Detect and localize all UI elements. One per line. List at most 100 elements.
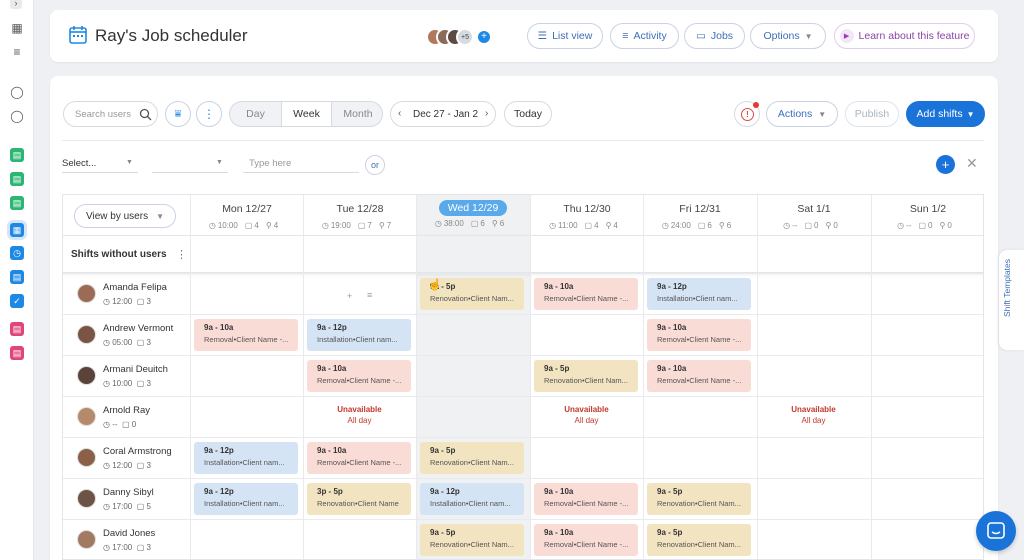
vertical-dots-icon[interactable]: ⋮ — [176, 248, 187, 261]
users-icon[interactable]: ◯ — [9, 108, 25, 124]
shift-card[interactable]: 9a - 10a Removal•Client Name -... — [307, 360, 411, 392]
or-badge[interactable]: or — [365, 155, 385, 175]
app-blue-3-icon[interactable]: ▤ — [10, 270, 24, 284]
list-icon[interactable]: ≡ — [9, 44, 25, 60]
view-month-tab[interactable]: Month — [332, 102, 382, 126]
view-week-tab[interactable]: Week — [281, 102, 332, 126]
type-here-input[interactable]: Type here — [243, 155, 359, 173]
shift-card[interactable]: 9a - 10a Removal•Client Name -... — [647, 319, 751, 351]
avatar[interactable] — [77, 284, 96, 303]
avatar[interactable] — [77, 489, 96, 508]
shift-count-value: 4 — [254, 221, 259, 230]
user-icon[interactable]: ◯ — [9, 84, 25, 100]
shift-menu-icon[interactable]: ≡ — [367, 290, 372, 300]
actions-button[interactable]: Actions ▼ — [766, 101, 838, 127]
app-green-1-icon[interactable]: ▤ — [10, 148, 24, 162]
shift-card[interactable]: 9a - 10a Removal•Client Name -... — [194, 319, 298, 351]
view-by-users-dropdown[interactable]: View by users ▼ — [74, 204, 176, 228]
shift-card[interactable]: 9a - 10a Removal•Client Name -... — [647, 360, 751, 392]
shift-card[interactable]: 9a - 12p Installation•Client nam... — [307, 319, 411, 351]
shift-card[interactable]: 9a - 12p Installation•Client nam... — [194, 442, 298, 474]
avatar[interactable] — [77, 530, 96, 549]
shift-card[interactable]: 9a - 12p Installation•Client nam... — [420, 483, 524, 515]
shift-card[interactable]: 9a - 12p Installation•Client nam... — [194, 483, 298, 515]
select-field[interactable]: Select... ▼ — [62, 155, 138, 173]
user-name[interactable]: Coral Armstrong — [103, 446, 172, 457]
avatar[interactable] — [77, 366, 96, 385]
date-range-picker[interactable]: ‹ Dec 27 - Jan 2 › — [390, 101, 496, 127]
close-icon[interactable]: ✕ — [966, 155, 978, 172]
unavailable-cell[interactable]: Unavailable All day — [530, 405, 643, 425]
apps-grid-icon[interactable]: ▦ — [9, 20, 25, 36]
shift-card[interactable]: 9a - 10a Removal•Client Name -... — [534, 524, 638, 556]
activity-button[interactable]: ≡ Activity — [610, 23, 679, 49]
shift-card[interactable]: 9a - 5p Renovation•Client Nam... — [420, 442, 524, 474]
clock: ◷ -- — [783, 221, 797, 230]
day-header[interactable]: Tue 12/28 ◷ 19:00 ▢ 7 ⚲ 7 — [303, 195, 417, 235]
add-member-icon[interactable]: + — [478, 31, 490, 43]
shift-card[interactable]: 9a - 5p Renovation•Client Nam... — [534, 360, 638, 392]
chevron-right-icon[interactable]: › — [485, 108, 488, 119]
user-meta: ◷ 17:00 ▢ 5 — [103, 502, 151, 511]
day-header[interactable]: Sun 1/2 ◷ -- ▢ 0 ⚲ 0 — [871, 195, 983, 235]
shift-card[interactable]: 9a - 10a Removal•Client Name -... — [307, 442, 411, 474]
shift-templates-tab[interactable]: Shift Templates — [999, 250, 1024, 350]
user-name[interactable]: Armani Deuitch — [103, 364, 168, 375]
learn-feature-button[interactable]: ▶ Learn about this feature — [834, 23, 975, 49]
app-pink-2-icon[interactable]: ▤ — [10, 346, 24, 360]
more-options-button[interactable]: ⋮ — [196, 101, 222, 127]
view-day-tab[interactable]: Day — [230, 102, 281, 126]
alerts-button[interactable]: ! — [734, 101, 760, 127]
app-blue-4-icon[interactable]: ✓ — [10, 294, 24, 308]
add-shifts-button[interactable]: Add shifts ▼ — [906, 101, 985, 127]
today-button[interactable]: Today — [504, 101, 552, 127]
today-highlight-cell — [416, 236, 530, 272]
unavailable-cell[interactable]: Unavailable All day — [303, 405, 416, 425]
publish-button[interactable]: Publish — [845, 101, 899, 127]
second-select-field[interactable]: ▼ — [152, 155, 228, 173]
unavailable-cell[interactable]: Unavailable All day — [757, 405, 870, 425]
search-input[interactable]: Search users — [63, 101, 158, 127]
avatar[interactable] — [77, 448, 96, 467]
add-filter-button[interactable]: + — [936, 155, 955, 174]
day-header[interactable]: Mon 12/27 ◷ 10:00 ▢ 4 ⚲ 4 — [190, 195, 304, 235]
shift-desc: Removal•Client Name -... — [544, 294, 629, 303]
filter-button[interactable]: ⩸ — [165, 101, 191, 127]
day-header[interactable]: Fri 12/31 ◷ 24:00 ▢ 6 ⚲ 6 — [643, 195, 757, 235]
clock: ◷ 10:00 — [209, 221, 238, 230]
jobs-button[interactable]: ▭ Jobs — [684, 23, 745, 49]
shift-card[interactable]: 9a - 10a Removal•Client Name -... — [534, 278, 638, 310]
shift-card[interactable]: 9a - 10a Removal•Client Name -... — [534, 483, 638, 515]
day-header[interactable]: Wed 12/29 ◷ 38:00 ▢ 6 ⚲ 6 — [416, 195, 530, 235]
day-name: Wed 12/29 — [438, 200, 508, 216]
shift-card[interactable]: 9a - 5p Renovation•Client Nam... — [647, 483, 751, 515]
list-view-button[interactable]: ☰ List view — [527, 23, 603, 49]
avatar[interactable] — [77, 325, 96, 344]
expand-icon[interactable]: › — [10, 0, 22, 9]
avatar[interactable] — [77, 407, 96, 426]
options-button[interactable]: Options ▼ — [750, 23, 826, 49]
user-name[interactable]: David Jones — [103, 528, 155, 539]
user-name[interactable]: Andrew Vermont — [103, 323, 173, 334]
shift-card[interactable]: 3p - 5p Renovation•Client Name — [307, 483, 411, 515]
user-shift-count: 5 — [146, 502, 151, 511]
shift-count-icon: ▢ — [136, 379, 147, 388]
user-name[interactable]: Amanda Felipa — [103, 282, 167, 293]
chat-button[interactable] — [976, 511, 1016, 551]
shift-card[interactable]: 9a - 5p Renovation•Client Nam... — [647, 524, 751, 556]
app-pink-1-icon[interactable]: ▤ — [10, 322, 24, 336]
chevron-left-icon[interactable]: ‹ — [398, 108, 401, 119]
team-avatars[interactable]: +5 + — [426, 28, 496, 48]
user-name[interactable]: Danny Sibyl — [103, 487, 154, 498]
shift-card[interactable]: 9a - 12p Installation•Client nam... — [647, 278, 751, 310]
add-shift-icon[interactable]: + — [347, 291, 352, 301]
briefcase-icon: ▭ — [695, 30, 706, 42]
day-header[interactable]: Thu 12/30 ◷ 11:00 ▢ 4 ⚲ 4 — [530, 195, 644, 235]
app-green-3-icon[interactable]: ▤ — [10, 196, 24, 210]
user-name[interactable]: Arnold Ray — [103, 405, 150, 416]
shift-card[interactable]: 9a - 5p Renovation•Client Nam... — [420, 524, 524, 556]
scheduler-app-icon[interactable]: ▦ — [10, 223, 24, 237]
timeclock-app-icon[interactable]: ◷ — [10, 246, 24, 260]
app-green-2-icon[interactable]: ▤ — [10, 172, 24, 186]
day-header[interactable]: Sat 1/1 ◷ -- ▢ 0 ⚲ 0 — [757, 195, 871, 235]
